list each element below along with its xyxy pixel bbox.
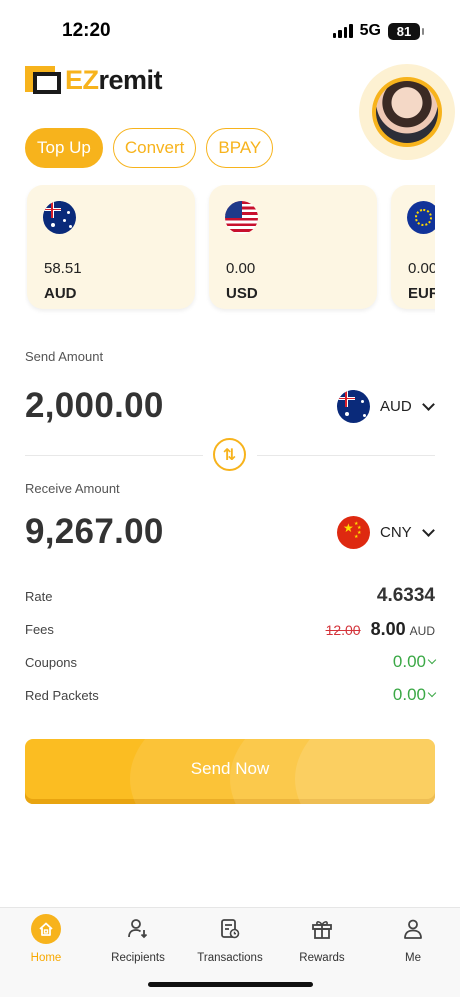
send-amount-label: Send Amount [25,349,104,364]
chevron-down-icon [427,655,437,665]
receive-currency-select[interactable]: ★ ★ ★ ★ ★ CNY [337,516,435,549]
user-icon [398,914,428,944]
tab-convert[interactable]: Convert [112,128,197,168]
avatar [372,77,442,147]
coupons-label: Coupons [25,654,78,670]
nav-me[interactable]: Me [367,914,459,964]
balance-amount: 0.00 [408,260,435,277]
receive-amount-label: Receive Amount [25,481,120,496]
app-logo: EZremit [25,64,163,96]
fees-value: 8.00 [370,618,406,639]
signal-icon [332,24,353,38]
nav-rewards-label: Rewards [299,952,345,964]
balance-amount: 0.00 [226,260,256,277]
transactions-icon [215,914,245,944]
balance-currency: AUD [44,285,77,302]
logo-text: EZremit [65,64,163,96]
balance-currency: USD [226,285,258,302]
australia-flag-icon [43,201,76,234]
send-now-label: Send Now [190,759,270,778]
tab-bpay[interactable]: BPAY [206,128,274,168]
gift-icon [307,914,337,944]
balance-amount: 58.51 [44,260,82,277]
battery-level: 81 [396,23,412,39]
send-currency-code: AUD [380,398,412,415]
fees-value-group: 12.00 8.00 AUD [326,619,435,640]
balance-card-usd[interactable]: 0.00 USD [209,185,377,309]
send-now-button[interactable]: Send Now [25,739,435,804]
logo-mark-icon [25,64,61,96]
nav-home-label: Home [30,952,62,964]
recipients-icon [123,914,153,944]
coupons-selector[interactable]: 0.00 [392,652,437,672]
coupons-value: 0.00 [392,652,426,671]
send-currency-select[interactable]: AUD [337,390,435,423]
swap-arrows-icon: ⇅ [222,446,237,464]
balance-card-eur[interactable]: 0.00 EUR [391,185,435,309]
fees-label: Fees [25,621,54,637]
fees-row: Fees 12.00 8.00 AUD [25,617,435,641]
status-bar: 12:20 5G 81 [0,0,460,60]
red-packets-label: Red Packets [25,687,99,703]
nav-transactions-label: Transactions [197,952,263,964]
logo-suffix: remit [98,64,163,95]
tab-top-up[interactable]: Top Up [25,128,103,168]
coupons-row[interactable]: Coupons 0.00 [25,650,437,674]
action-tabs: Top Up Convert BPAY [25,128,274,168]
nav-me-label: Me [405,952,421,964]
chevron-down-icon [421,523,435,537]
nav-transactions[interactable]: Transactions [184,914,276,964]
home-icon [31,914,61,944]
nav-rewards[interactable]: Rewards [276,914,368,964]
nav-recipients[interactable]: Recipients [92,914,184,964]
red-packets-value: 0.00 [392,685,426,704]
logo-prefix: EZ [65,64,99,95]
balance-cards[interactable]: 58.51 AUD 0.00 USD 0.00 EUR [25,185,435,315]
balance-currency: EUR [408,285,435,302]
usa-flag-icon [225,201,258,234]
red-packets-selector[interactable]: 0.00 [392,685,437,705]
chevron-down-icon [421,397,435,411]
australia-flag-icon [337,390,370,423]
home-indicator [148,982,313,987]
china-flag-icon: ★ ★ ★ ★ ★ [337,516,370,549]
rate-value: 4.6334 [376,585,435,606]
eu-flag-icon [407,201,435,234]
nav-home[interactable]: Home [0,914,92,964]
status-indicators: 5G 81 [332,22,424,40]
fees-original-value: 12.00 [325,621,361,638]
swap-currency-button[interactable]: ⇅ [213,438,246,471]
rate-row: Rate 4.6334 [25,584,435,608]
status-time: 12:20 [62,20,111,41]
balance-card-aud[interactable]: 58.51 AUD [27,185,195,309]
rate-label: Rate [25,588,53,604]
send-amount-input[interactable]: 2,000.00 [25,386,164,426]
fees-currency: AUD [409,623,435,638]
divider-right [257,455,435,456]
divider-left [25,455,203,456]
nav-recipients-label: Recipients [111,952,165,964]
support-avatar-button[interactable] [359,64,455,160]
battery-icon: 81 [388,22,424,40]
receive-currency-code: CNY [380,524,412,541]
receive-amount-input[interactable]: 9,267.00 [25,512,164,552]
chevron-down-icon [427,688,437,698]
network-type: 5G [359,22,381,39]
red-packets-row[interactable]: Red Packets 0.00 [25,683,437,707]
